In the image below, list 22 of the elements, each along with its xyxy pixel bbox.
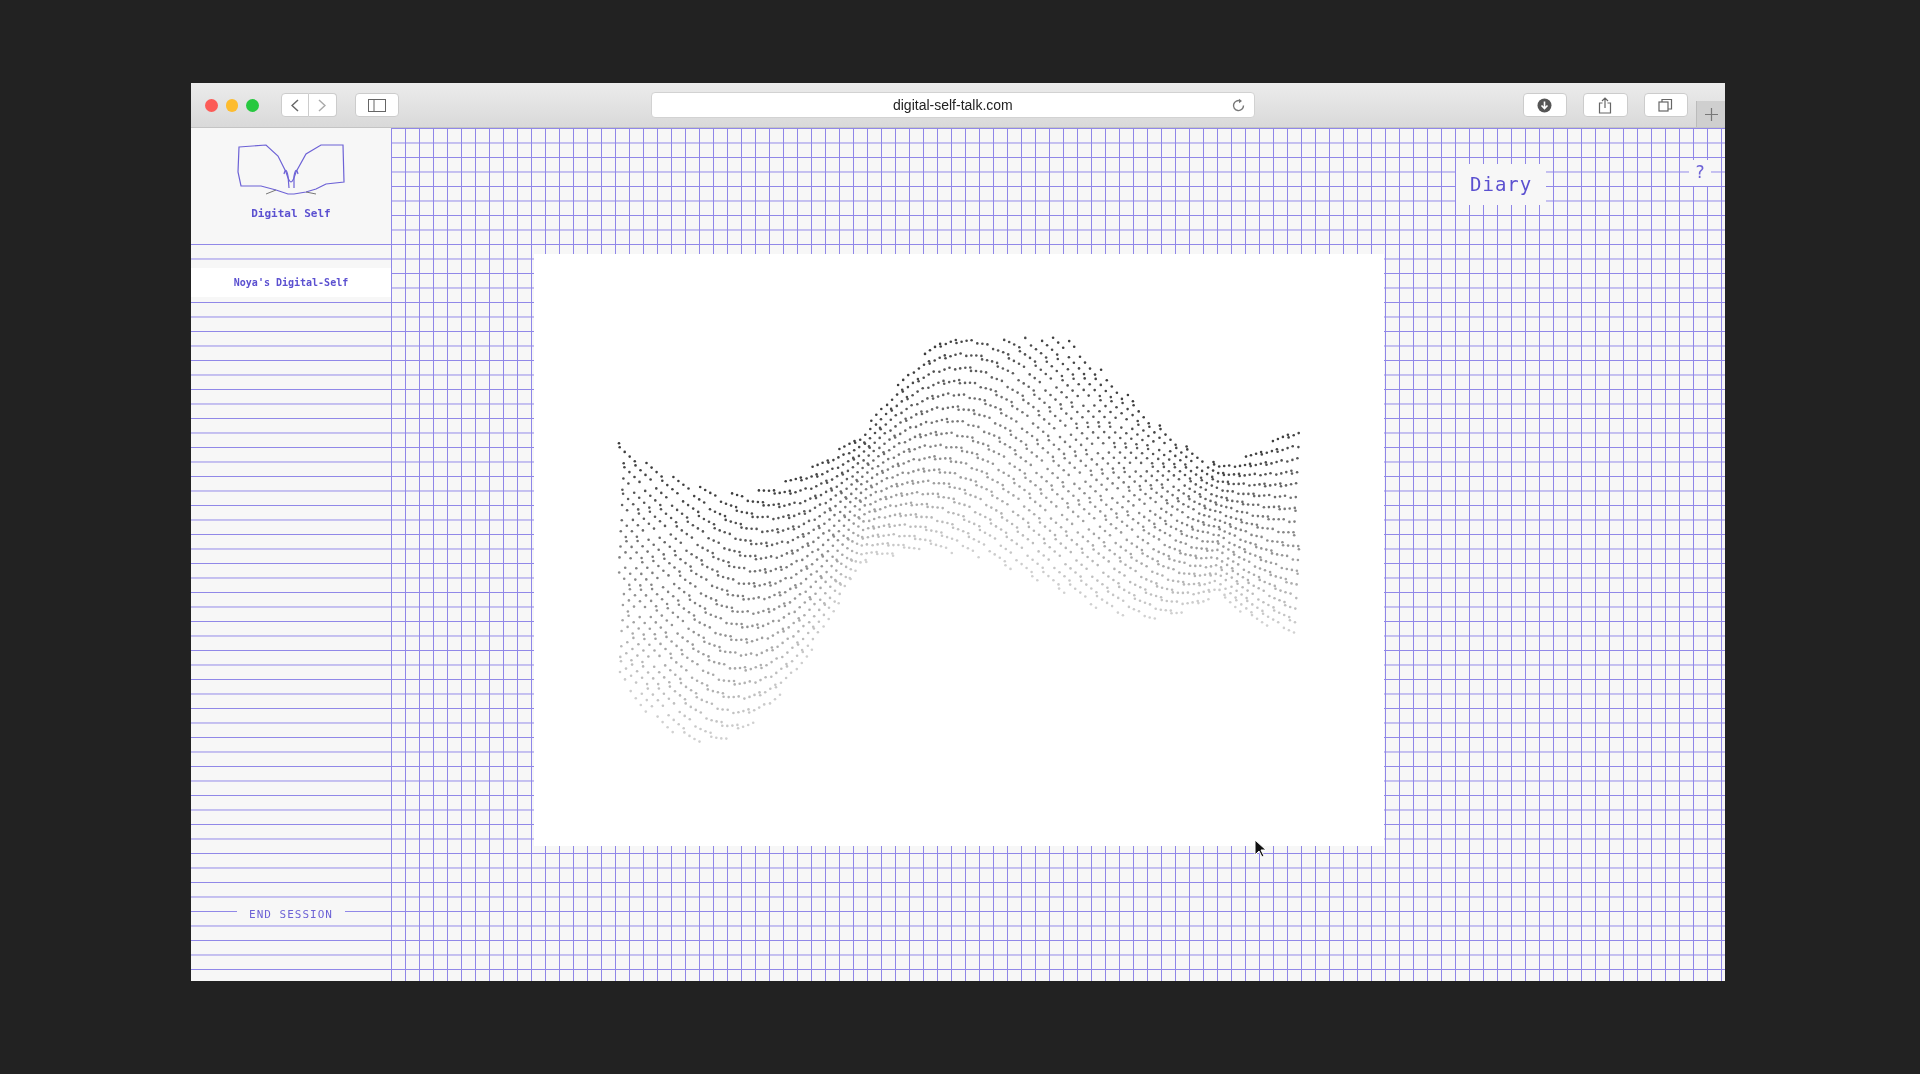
share-button[interactable]: [1583, 93, 1628, 117]
url-text: digital-self-talk.com: [892, 95, 1013, 115]
tabs-button[interactable]: [1643, 93, 1688, 117]
diary-link[interactable]: Diary: [1456, 164, 1547, 205]
back-button[interactable]: [280, 93, 309, 117]
forward-button[interactable]: [308, 93, 337, 117]
sidebar-item[interactable]: Noya's Digital-Self: [191, 268, 391, 297]
reload-icon[interactable]: [1230, 98, 1246, 113]
tabs-icon: [1658, 97, 1674, 113]
new-tab-button[interactable]: [1696, 101, 1725, 127]
help-link[interactable]: ?: [1688, 160, 1711, 186]
sidebar-icon: [367, 98, 386, 112]
close-button[interactable]: [205, 98, 218, 112]
chevron-right-icon: [318, 98, 327, 112]
plus-icon: [1704, 107, 1718, 121]
download-button[interactable]: [1522, 93, 1568, 117]
download-icon: [1537, 97, 1553, 113]
chevron-left-icon: [290, 98, 299, 112]
address-bar[interactable]: digital-self-talk.com: [651, 92, 1255, 118]
share-icon: [1598, 96, 1613, 114]
logo-text: Digital Self: [251, 206, 331, 222]
sidebar-toggle-button[interactable]: [354, 93, 399, 117]
